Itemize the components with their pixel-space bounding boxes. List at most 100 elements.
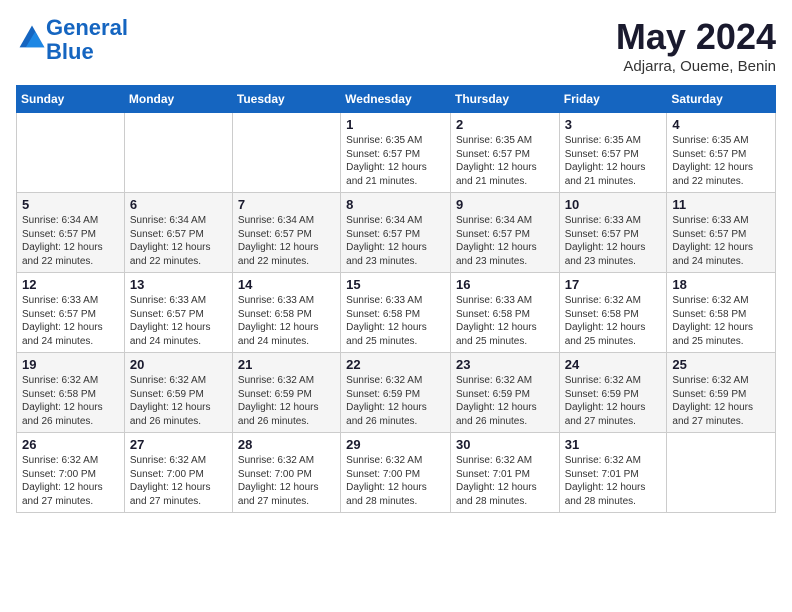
day-info: Sunrise: 6:34 AMSunset: 6:57 PMDaylight:… <box>130 214 227 268</box>
day-number: 30 <box>456 437 554 452</box>
day-info: Sunrise: 6:35 AMSunset: 6:57 PMDaylight:… <box>565 134 662 188</box>
day-cell: 27 Sunrise: 6:32 AMSunset: 7:00 PMDayligh… <box>124 433 232 513</box>
day-number: 8 <box>346 197 445 212</box>
day-cell: 13Sunrise: 6:33 AMSunset: 6:57 PMDayligh… <box>124 273 232 353</box>
day-number: 28 <box>238 437 335 452</box>
day-number: 7 <box>238 197 335 212</box>
week-row-2: 5 Sunrise: 6:34 AMSunset: 6:57 PMDaylight… <box>17 193 776 273</box>
day-cell: 28 Sunrise: 6:32 AMSunset: 7:00 PMDayligh… <box>232 433 340 513</box>
day-info: Sunrise: 6:35 AMSunset: 6:57 PMDaylight:… <box>346 134 445 188</box>
day-cell: 17 Sunrise: 6:32 AMSunset: 6:58 PMDayligh… <box>559 273 667 353</box>
day-info: Sunrise: 6:33 AMSunset: 6:57 PMDaylight:… <box>22 294 119 348</box>
day-number: 19 <box>22 357 119 372</box>
day-number: 18 <box>672 277 770 292</box>
day-info: Sunrise: 6:32 AMSunset: 6:58 PMDaylight:… <box>22 374 119 428</box>
day-cell: 6 Sunrise: 6:34 AMSunset: 6:57 PMDaylight… <box>124 193 232 273</box>
day-info: Sunrise: 6:33 AMSunset: 6:57 PMDaylight:… <box>565 214 662 268</box>
day-number: 13 <box>130 277 227 292</box>
day-number: 14 <box>238 277 335 292</box>
day-number: 4 <box>672 117 770 132</box>
month-title: May 2024 <box>616 16 776 58</box>
day-info: Sunrise: 6:35 AMSunset: 6:57 PMDaylight:… <box>672 134 770 188</box>
header-tuesday: Tuesday <box>232 86 340 113</box>
day-cell: 9 Sunrise: 6:34 AMSunset: 6:57 PMDaylight… <box>450 193 559 273</box>
title-block: May 2024 Adjarra, Oueme, Benin <box>616 16 776 75</box>
header-thursday: Thursday <box>450 86 559 113</box>
day-number: 23 <box>456 357 554 372</box>
calendar-table: Sunday Monday Tuesday Wednesday Thursday… <box>16 85 776 513</box>
location: Adjarra, Oueme, Benin <box>616 58 776 75</box>
day-number: 21 <box>238 357 335 372</box>
day-info: Sunrise: 6:32 AMSunset: 7:01 PMDaylight:… <box>565 454 662 508</box>
day-number: 5 <box>22 197 119 212</box>
day-cell: 29Sunrise: 6:32 AMSunset: 7:00 PMDayligh… <box>341 433 451 513</box>
day-cell: 31 Sunrise: 6:32 AMSunset: 7:01 PMDayligh… <box>559 433 667 513</box>
day-info: Sunrise: 6:34 AMSunset: 6:57 PMDaylight:… <box>456 214 554 268</box>
day-cell: 15 Sunrise: 6:33 AMSunset: 6:58 PMDayligh… <box>341 273 451 353</box>
logo-text: General Blue <box>46 16 128 64</box>
day-info: Sunrise: 6:32 AMSunset: 7:00 PMDaylight:… <box>130 454 227 508</box>
day-info: Sunrise: 6:32 AMSunset: 6:58 PMDaylight:… <box>565 294 662 348</box>
day-cell: 20Sunrise: 6:32 AMSunset: 6:59 PMDayligh… <box>124 353 232 433</box>
day-number: 11 <box>672 197 770 212</box>
day-cell: 4 Sunrise: 6:35 AMSunset: 6:57 PMDaylight… <box>667 113 776 193</box>
day-cell <box>17 113 125 193</box>
day-cell: 24Sunrise: 6:32 AMSunset: 6:59 PMDayligh… <box>559 353 667 433</box>
day-number: 24 <box>565 357 662 372</box>
week-row-1: 1 Sunrise: 6:35 AMSunset: 6:57 PMDaylight… <box>17 113 776 193</box>
day-cell: 3 Sunrise: 6:35 AMSunset: 6:57 PMDaylight… <box>559 113 667 193</box>
day-cell: 8 Sunrise: 6:34 AMSunset: 6:57 PMDaylight… <box>341 193 451 273</box>
day-number: 20 <box>130 357 227 372</box>
day-cell: 19 Sunrise: 6:32 AMSunset: 6:58 PMDayligh… <box>17 353 125 433</box>
day-number: 9 <box>456 197 554 212</box>
day-cell: 30 Sunrise: 6:32 AMSunset: 7:01 PMDayligh… <box>450 433 559 513</box>
day-info: Sunrise: 6:32 AMSunset: 7:01 PMDaylight:… <box>456 454 554 508</box>
day-cell: 7Sunrise: 6:34 AMSunset: 6:57 PMDaylight… <box>232 193 340 273</box>
day-cell: 14 Sunrise: 6:33 AMSunset: 6:58 PMDayligh… <box>232 273 340 353</box>
day-number: 31 <box>565 437 662 452</box>
day-number: 15 <box>346 277 445 292</box>
day-info: Sunrise: 6:32 AMSunset: 7:00 PMDaylight:… <box>238 454 335 508</box>
header-wednesday: Wednesday <box>341 86 451 113</box>
week-row-3: 12 Sunrise: 6:33 AMSunset: 6:57 PMDayligh… <box>17 273 776 353</box>
day-cell <box>667 433 776 513</box>
day-number: 6 <box>130 197 227 212</box>
header-saturday: Saturday <box>667 86 776 113</box>
day-info: Sunrise: 6:34 AMSunset: 6:57 PMDaylight:… <box>346 214 445 268</box>
header-friday: Friday <box>559 86 667 113</box>
day-cell: 23 Sunrise: 6:32 AMSunset: 6:59 PMDayligh… <box>450 353 559 433</box>
day-number: 10 <box>565 197 662 212</box>
day-number: 26 <box>22 437 119 452</box>
header-row: Sunday Monday Tuesday Wednesday Thursday… <box>17 86 776 113</box>
day-number: 12 <box>22 277 119 292</box>
header-monday: Monday <box>124 86 232 113</box>
day-cell: 18 Sunrise: 6:32 AMSunset: 6:58 PMDayligh… <box>667 273 776 353</box>
day-cell: 10 Sunrise: 6:33 AMSunset: 6:57 PMDayligh… <box>559 193 667 273</box>
week-row-4: 19 Sunrise: 6:32 AMSunset: 6:58 PMDayligh… <box>17 353 776 433</box>
day-number: 16 <box>456 277 554 292</box>
day-number: 3 <box>565 117 662 132</box>
week-row-5: 26 Sunrise: 6:32 AMSunset: 7:00 PMDayligh… <box>17 433 776 513</box>
day-number: 2 <box>456 117 554 132</box>
day-number: 27 <box>130 437 227 452</box>
day-info: Sunrise: 6:33 AMSunset: 6:58 PMDaylight:… <box>346 294 445 348</box>
day-cell: 12 Sunrise: 6:33 AMSunset: 6:57 PMDayligh… <box>17 273 125 353</box>
day-info: Sunrise: 6:33 AMSunset: 6:57 PMDaylight:… <box>672 214 770 268</box>
day-info: Sunrise: 6:32 AMSunset: 6:58 PMDaylight:… <box>672 294 770 348</box>
day-number: 25 <box>672 357 770 372</box>
day-info: Sunrise: 6:33 AMSunset: 6:58 PMDaylight:… <box>456 294 554 348</box>
day-number: 1 <box>346 117 445 132</box>
day-cell: 5Sunrise: 6:34 AMSunset: 6:57 PMDaylight… <box>17 193 125 273</box>
day-info: Sunrise: 6:33 AMSunset: 6:58 PMDaylight:… <box>238 294 335 348</box>
day-cell: 16 Sunrise: 6:33 AMSunset: 6:58 PMDayligh… <box>450 273 559 353</box>
day-cell: 11 Sunrise: 6:33 AMSunset: 6:57 PMDayligh… <box>667 193 776 273</box>
page-header: General Blue May 2024 Adjarra, Oueme, Be… <box>16 16 776 75</box>
day-cell: 21 Sunrise: 6:32 AMSunset: 6:59 PMDayligh… <box>232 353 340 433</box>
day-info: Sunrise: 6:32 AMSunset: 6:59 PMDaylight:… <box>238 374 335 428</box>
day-info: Sunrise: 6:32 AMSunset: 6:59 PMDaylight:… <box>456 374 554 428</box>
day-cell: 26Sunrise: 6:32 AMSunset: 7:00 PMDayligh… <box>17 433 125 513</box>
day-number: 17 <box>565 277 662 292</box>
day-cell: 22Sunrise: 6:32 AMSunset: 6:59 PMDayligh… <box>341 353 451 433</box>
day-info: Sunrise: 6:32 AMSunset: 6:59 PMDaylight:… <box>672 374 770 428</box>
logo: General Blue <box>16 16 128 64</box>
